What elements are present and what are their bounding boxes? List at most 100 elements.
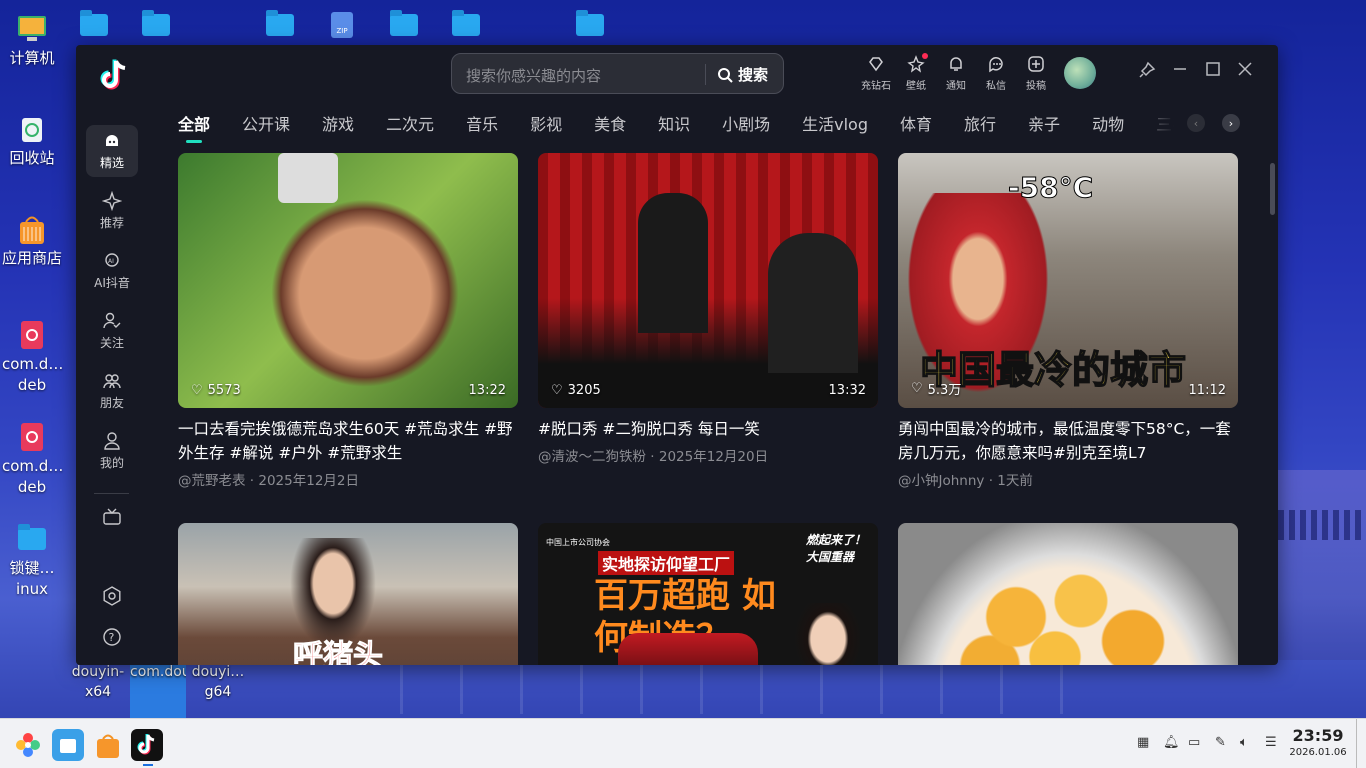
tabs-next-button[interactable]: ›	[1222, 114, 1240, 132]
desktop-icon-computer[interactable]: 计算机	[2, 12, 62, 69]
video-card[interactable]: ♡ 3205 13:32 #脱口秀 #二狗脱口秀 每日一笑 @清波～二狗铁粉 · …	[538, 153, 878, 465]
tab-open-course[interactable]: 公开课	[242, 111, 290, 141]
desktop-icon-label: com.d…deb	[2, 457, 64, 496]
scrollbar[interactable]	[1270, 163, 1275, 215]
desktop-folder[interactable]	[266, 10, 294, 36]
user-avatar[interactable]	[1064, 57, 1096, 89]
control-center-button[interactable]: ☰	[1265, 735, 1277, 750]
video-thumbnail[interactable]	[898, 523, 1238, 665]
tab-life-vlog[interactable]: 生活vlog	[802, 111, 868, 141]
video-title[interactable]: 一口去看完挨饿德荒岛求生60天 #荒岛求生 #野外生存 #解说 #户外 #荒野求…	[178, 417, 518, 465]
desktop-icon-deb-1[interactable]: com.d…deb	[2, 318, 63, 396]
toolbar-wallpaper[interactable]: 壁纸	[896, 53, 936, 92]
video-title[interactable]: #脱口秀 #二狗脱口秀 每日一笑	[538, 417, 878, 441]
chevron-left-icon: ‹	[1193, 116, 1199, 130]
video-thumbnail[interactable]: ♡ 3205 13:32	[538, 153, 878, 408]
video-title[interactable]: 勇闯中国最冷的城市，最低温度零下58°C，一套房几万元，你愿意来吗#别克至境L7	[898, 417, 1238, 465]
desktop-icon-appstore[interactable]: 应用商店	[2, 212, 62, 269]
volume-button[interactable]: 🔈︎	[1240, 735, 1248, 750]
tab-travel[interactable]: 旅行	[964, 111, 996, 141]
tab-anime[interactable]: 二次元	[386, 111, 434, 141]
search-input[interactable]: 搜索你感兴趣的内容	[466, 65, 601, 86]
close-button[interactable]	[1237, 61, 1253, 81]
minimize-button[interactable]	[1172, 61, 1188, 81]
thumbnail-overlay-text: 燃起来了！大国重器	[806, 533, 867, 564]
desktop-folder[interactable]	[80, 10, 108, 36]
desktop-item-douyin-deepin[interactable]: com.douyin.deepi	[130, 662, 186, 718]
desktop-zip-file[interactable]: ZIP	[331, 12, 353, 38]
video-author[interactable]: @小钟Johnny	[898, 473, 984, 489]
video-card[interactable]: 呼猪头	[178, 523, 518, 665]
douyin-logo-icon[interactable]	[94, 55, 134, 95]
video-author[interactable]: @荒野老表	[178, 473, 246, 489]
ai-icon: AI	[105, 253, 119, 267]
toolbar-notifications[interactable]: 通知	[936, 53, 976, 92]
video-thumbnail[interactable]: ♡ 5573 13:22	[178, 153, 518, 408]
tab-knowledge[interactable]: 知识	[658, 111, 690, 141]
sidebar-item-ai[interactable]: AI AI抖音	[86, 245, 138, 297]
launcher-button[interactable]	[12, 729, 44, 761]
clock[interactable]: 23:59 2026.01.06	[1288, 726, 1348, 758]
toolbar-upload[interactable]: 投稿	[1016, 53, 1056, 92]
tabs-prev-button[interactable]: ‹	[1187, 114, 1205, 132]
city-skyline	[1278, 470, 1366, 660]
douyin-taskbar-button[interactable]	[131, 729, 163, 761]
video-author[interactable]: @清波～二狗铁粉	[538, 449, 646, 465]
desktop-item-douyin-x64[interactable]: douyin-x64	[70, 662, 126, 702]
tab-music[interactable]: 音乐	[466, 111, 498, 141]
sidebar-item-featured[interactable]: 精选	[86, 125, 138, 177]
search-button-label: 搜索	[738, 66, 769, 84]
tab-film[interactable]: 影视	[530, 111, 562, 141]
video-card[interactable]	[898, 523, 1238, 665]
tab-parenting[interactable]: 亲子	[1028, 111, 1060, 141]
video-card[interactable]: -58°C 中国最冷的城市 ♡ 5.3万 11:12 勇闯中国最冷的城市，最低温度…	[898, 153, 1238, 489]
help-button[interactable]: ?	[102, 627, 122, 651]
tv-button[interactable]	[102, 507, 122, 531]
tab-mini-drama[interactable]: 小剧场	[722, 111, 770, 141]
keyboard-button[interactable]: ▦	[1137, 735, 1149, 750]
maximize-icon	[1206, 62, 1220, 76]
app-store-button[interactable]	[92, 729, 124, 761]
sidebar-item-friends[interactable]: 朋友	[86, 365, 138, 417]
toolbar-diamond[interactable]: 充钻石	[856, 53, 896, 92]
toolbar: 充钻石 壁纸 通知 私信 投稿	[856, 53, 1056, 92]
sidebar-item-recommend[interactable]: 推荐	[86, 185, 138, 237]
tab-food[interactable]: 美食	[594, 111, 626, 141]
video-card[interactable]: ♡ 5573 13:22 一口去看完挨饿德荒岛求生60天 #荒岛求生 #野外生存 …	[178, 153, 518, 489]
folder-icon	[80, 10, 108, 36]
pin-button[interactable]	[1138, 61, 1156, 83]
video-thumbnail[interactable]: 呼猪头	[178, 523, 518, 665]
tab-sports[interactable]: 体育	[900, 111, 932, 141]
desktop-item-douyin-g64[interactable]: douyi…g64	[190, 662, 246, 702]
taskbar: ▦ 🔔︎ ▭ ✎ 🔈︎ ☰ 23:59 2026.01.06	[0, 718, 1366, 768]
search-box[interactable]: 搜索你感兴趣的内容 搜索	[451, 53, 784, 94]
settings-button[interactable]	[102, 586, 122, 610]
desktop-icon-deb-2[interactable]: com.d…deb	[2, 420, 64, 498]
maximize-button[interactable]	[1205, 61, 1221, 81]
battery-button[interactable]: ▭	[1188, 735, 1200, 750]
video-card[interactable]: 中国上市公司协会 实地探访仰望工厂 燃起来了！大国重器 百万超跑 如何制造？	[538, 523, 878, 665]
desktop-folder[interactable]	[142, 10, 170, 36]
video-thumbnail[interactable]: -58°C 中国最冷的城市 ♡ 5.3万 11:12	[898, 153, 1238, 408]
pen-button[interactable]: ✎	[1215, 735, 1226, 750]
desktop-folder[interactable]	[390, 10, 418, 36]
desktop-folder[interactable]	[452, 10, 480, 36]
shopping-bag-icon	[97, 734, 119, 758]
bell-icon	[950, 57, 962, 71]
search-button[interactable]: 搜索	[717, 64, 768, 85]
tab-animals[interactable]: 动物	[1092, 111, 1124, 141]
sidebar-item-profile[interactable]: 我的	[86, 425, 138, 477]
tab-all[interactable]: 全部	[178, 111, 210, 143]
tab-games[interactable]: 游戏	[322, 111, 354, 141]
toolbar-messages[interactable]: 私信	[976, 53, 1016, 92]
likes-count: ♡ 5.3万	[911, 381, 962, 398]
desktop-folder[interactable]	[576, 10, 604, 36]
show-desktop-edge[interactable]	[1356, 719, 1357, 768]
file-manager-button[interactable]	[52, 729, 84, 761]
notification-button[interactable]: 🔔︎	[1163, 735, 1180, 750]
desktop-icon-folder-lock[interactable]: 锁键…inux	[2, 522, 62, 600]
likes-count: ♡ 3205	[551, 383, 601, 398]
desktop-icon-trash[interactable]: 回收站	[2, 112, 62, 169]
sidebar-item-follow[interactable]: 关注	[86, 305, 138, 357]
video-thumbnail[interactable]: 中国上市公司协会 实地探访仰望工厂 燃起来了！大国重器 百万超跑 如何制造？	[538, 523, 878, 665]
